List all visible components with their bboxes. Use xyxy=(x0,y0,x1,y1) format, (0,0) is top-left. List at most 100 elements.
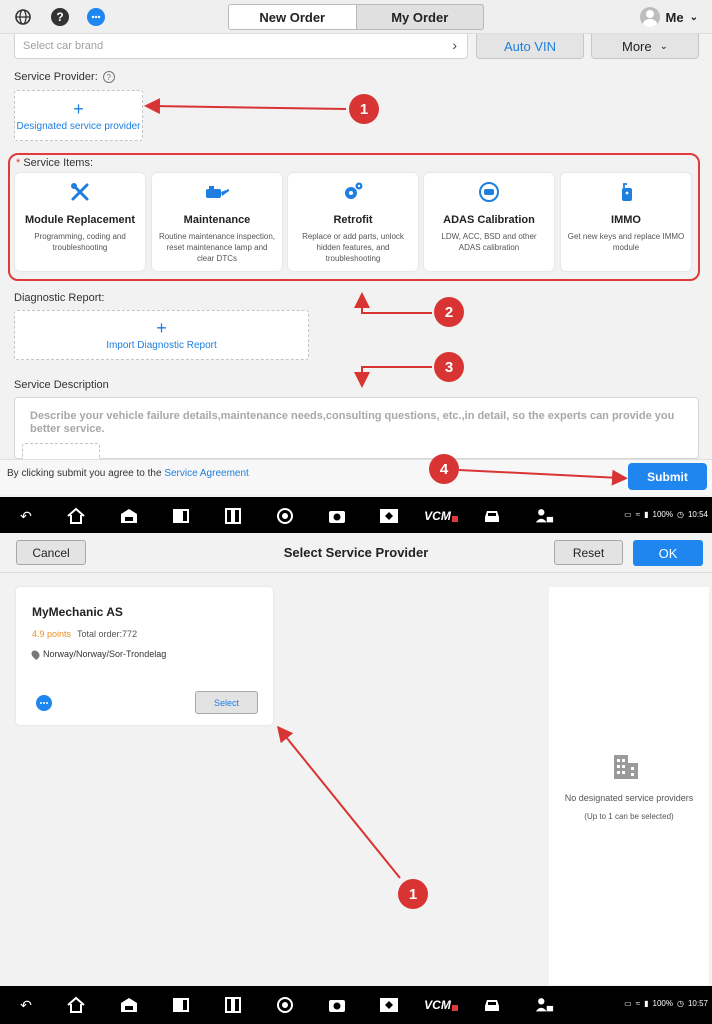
globe-icon[interactable] xyxy=(14,8,32,26)
service-provider-label: Service Provider: xyxy=(14,71,98,83)
wifi-icon: ≈ xyxy=(635,510,641,519)
clock-time: 10:54 xyxy=(687,510,708,519)
tab-my-order[interactable]: My Order xyxy=(357,5,484,29)
import-report-button[interactable]: + Import Diagnostic Report xyxy=(14,310,309,360)
camera-icon[interactable] xyxy=(327,507,347,525)
info-icon[interactable]: ? xyxy=(102,71,115,83)
provider-location-text: Norway/Norway/Sor-Trondelag xyxy=(43,649,167,659)
required-mark: * xyxy=(16,157,21,169)
chevron-down-icon: ⌄ xyxy=(689,11,698,23)
vcm-label: VCM xyxy=(424,998,451,1012)
car-brand-select[interactable]: Select car brand › xyxy=(14,34,468,59)
window-icon[interactable] xyxy=(171,507,191,525)
home-icon[interactable] xyxy=(66,507,86,525)
battery-level: 100% xyxy=(652,999,673,1008)
annotation-badge: 1 xyxy=(349,94,379,124)
selected-providers-panel: No designated service providers (Up to 1… xyxy=(549,587,709,985)
service-item-module-replacement[interactable]: Module Replacement Programming, coding a… xyxy=(15,173,145,271)
plus-icon: + xyxy=(156,318,167,338)
empty-state-text: No designated service providers xyxy=(564,793,694,803)
provider-location: Norway/Norway/Sor-Trondelag xyxy=(29,648,167,660)
service-items-label: Service Items: xyxy=(23,157,94,169)
submit-button[interactable]: Submit xyxy=(628,463,707,490)
screen-icon[interactable] xyxy=(379,996,399,1014)
oil-can-icon xyxy=(206,186,229,198)
reset-button[interactable]: Reset xyxy=(554,540,623,565)
provider-points: 4.9 points xyxy=(32,629,72,639)
agreement-text: By clicking submit you agree to the Serv… xyxy=(7,468,249,479)
back-icon[interactable]: ↶ xyxy=(16,996,36,1014)
service-item-maintenance[interactable]: Maintenance Routine maintenance inspecti… xyxy=(152,173,282,271)
screen-icon[interactable] xyxy=(379,507,399,525)
ok-button[interactable]: OK xyxy=(633,540,703,566)
split-icon[interactable] xyxy=(223,507,243,525)
back-icon[interactable]: ↶ xyxy=(16,507,36,525)
chevron-down-icon: ⌄ xyxy=(659,40,668,52)
garage-icon[interactable] xyxy=(119,996,139,1014)
key-fob-icon xyxy=(622,183,632,201)
status-area: ▭ ≈ ▮ 100% ◷ 10:57 xyxy=(624,999,708,1008)
service-item-title: IMMO xyxy=(611,214,641,226)
service-item-title: Maintenance xyxy=(183,214,251,226)
chat-icon[interactable] xyxy=(36,695,52,711)
designated-provider-button[interactable]: + Designated service provider xyxy=(14,90,143,141)
service-item-desc: LDW, ACC, BSD and other ADAS calibration xyxy=(441,232,537,252)
window-icon[interactable] xyxy=(171,996,191,1014)
battery-icon: ▮ xyxy=(644,999,649,1008)
chat-icon[interactable] xyxy=(87,8,105,26)
chrome-icon[interactable] xyxy=(275,996,295,1014)
clock-icon: ◷ xyxy=(676,510,684,519)
mechanic-icon[interactable] xyxy=(534,996,554,1014)
system-nav-bar: ↶ VCM ▭ ≈ ▮ 100% ◷ 10:57 xyxy=(0,986,712,1024)
annotation-badge: 1 xyxy=(398,879,428,909)
adas-icon xyxy=(479,182,499,202)
avatar xyxy=(639,7,660,27)
service-item-desc: Get new keys and replace IMMO module xyxy=(567,232,685,252)
service-item-title: Retrofit xyxy=(333,214,373,226)
car-icon[interactable] xyxy=(482,996,502,1014)
car-brand-placeholder: Select car brand xyxy=(23,40,104,52)
arrow-to-description xyxy=(354,366,432,388)
service-item-desc: Replace or add parts, unlock hidden feat… xyxy=(302,232,404,263)
provider-card[interactable]: MyMechanic AS 4.9 points Total order:772… xyxy=(16,587,273,725)
description-placeholder: Describe your vehicle failure details,ma… xyxy=(30,410,675,435)
service-item-title: Module Replacement xyxy=(24,214,136,226)
user-menu[interactable]: Me ⌄ xyxy=(639,7,698,27)
more-button[interactable]: More ⌄ xyxy=(591,34,699,59)
gears-icon xyxy=(345,182,363,199)
tab-new-order[interactable]: New Order xyxy=(229,5,357,29)
garage-icon[interactable] xyxy=(119,507,139,525)
provider-name: MyMechanic AS xyxy=(32,605,123,619)
service-item-adas-calibration[interactable]: ADAS Calibration LDW, ACC, BSD and other… xyxy=(424,173,554,271)
service-provider-heading: Service Provider: ? xyxy=(14,71,115,83)
vcm-icon[interactable]: VCM xyxy=(424,996,458,1014)
car-icon[interactable] xyxy=(482,507,502,525)
cast-icon: ▭ xyxy=(624,510,632,519)
battery-level: 100% xyxy=(652,510,673,519)
service-item-title: ADAS Calibration xyxy=(443,214,535,226)
building-icon xyxy=(611,753,641,786)
battery-icon: ▮ xyxy=(644,510,649,519)
service-item-retrofit[interactable]: Retrofit Replace or add parts, unlock hi… xyxy=(288,173,418,271)
provider-total-order: Total order:772 xyxy=(77,629,138,639)
plus-icon: + xyxy=(73,98,84,119)
arrow-to-report xyxy=(354,292,432,314)
vcm-icon[interactable]: VCM xyxy=(424,507,458,525)
split-icon[interactable] xyxy=(223,996,243,1014)
auto-vin-button[interactable]: Auto VIN xyxy=(476,34,584,59)
service-agreement-link[interactable]: Service Agreement xyxy=(164,468,249,479)
annotation-badge: 3 xyxy=(434,352,464,382)
arrow-to-provider xyxy=(144,98,347,115)
chrome-icon[interactable] xyxy=(275,507,295,525)
location-pin-icon xyxy=(29,648,42,660)
help-icon[interactable]: ? xyxy=(51,8,69,26)
service-item-immo[interactable]: IMMO Get new keys and replace IMMO modul… xyxy=(561,173,691,271)
camera-icon[interactable] xyxy=(327,996,347,1014)
select-provider-button[interactable]: Select xyxy=(195,691,258,714)
top-app-bar: ? New Order My Order Me ⌄ xyxy=(0,0,712,34)
mechanic-icon[interactable] xyxy=(534,507,554,525)
provider-stats: 4.9 points Total order:772 xyxy=(32,629,137,639)
add-image-button[interactable] xyxy=(22,443,100,459)
home-icon[interactable] xyxy=(66,996,86,1014)
arrow-to-provider-card xyxy=(276,725,401,879)
